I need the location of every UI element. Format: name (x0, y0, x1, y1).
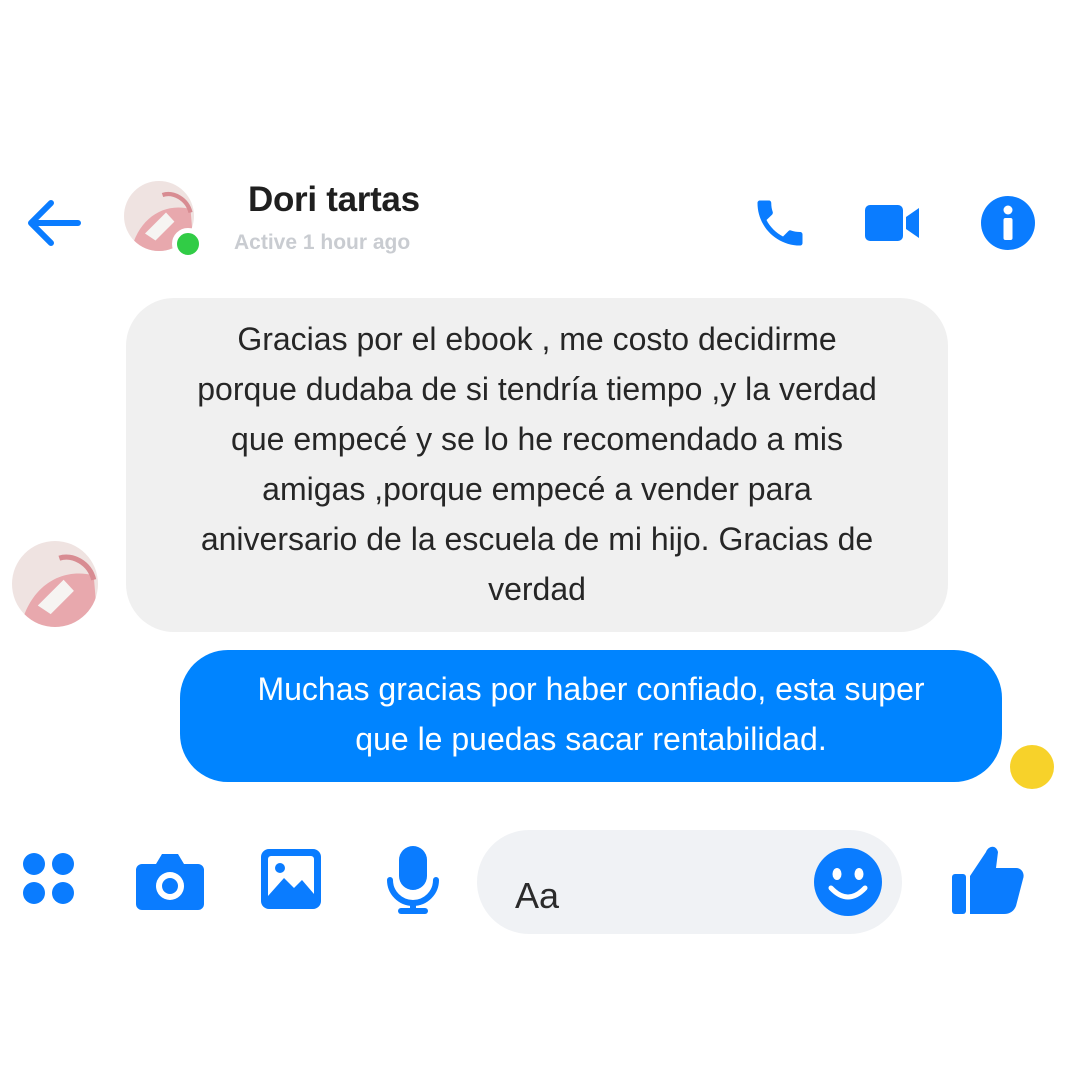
back-arrow-icon[interactable] (22, 192, 84, 254)
message-line: que empecé y se lo he recomendado a mis (231, 421, 843, 457)
contact-status: Active 1 hour ago (234, 231, 411, 254)
online-status-indicator (172, 228, 204, 260)
camera-icon[interactable] (134, 846, 204, 912)
outgoing-message-bubble[interactable]: Muchas gracias por haber confiado, esta … (180, 650, 1002, 782)
message-line: Gracias por el ebook , me costo decidirm… (237, 321, 837, 357)
message-line: amigas ,porque empecé a vender para (262, 471, 812, 507)
sender-avatar[interactable] (12, 541, 98, 627)
image-icon[interactable] (258, 846, 324, 912)
contact-name[interactable]: Dori tartas (248, 180, 420, 220)
message-line: aniversario de la escuela de mi hijo. Gr… (200, 521, 874, 557)
incoming-message-bubble[interactable]: Gracias por el ebook , me costo decidirm… (126, 298, 948, 632)
apps-grid-icon[interactable] (16, 846, 82, 912)
phone-icon[interactable] (750, 193, 810, 253)
thumbs-up-icon[interactable] (946, 838, 1028, 920)
emoji-icon[interactable] (812, 846, 884, 918)
video-camera-icon[interactable] (862, 193, 922, 253)
microphone-icon[interactable] (380, 846, 446, 914)
seen-receipt-avatar (1010, 745, 1054, 789)
message-line: Muchas gracias por haber confiado, esta … (257, 671, 925, 707)
message-line: verdad (488, 571, 586, 607)
message-line: que le puedas sacar rentabilidad. (355, 721, 827, 757)
message-line: porque dudaba de si tendría tiempo ,y la… (197, 371, 877, 407)
info-icon[interactable] (978, 193, 1038, 253)
